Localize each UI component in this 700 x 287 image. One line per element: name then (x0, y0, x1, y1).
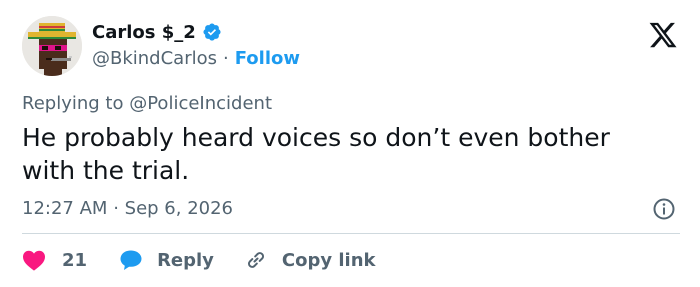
avatar[interactable] (22, 16, 82, 76)
author-info: Carlos $_2 @BkindCarlos · Follow (92, 20, 300, 70)
tweet-text: He probably heard voices so don’t even b… (22, 123, 610, 185)
reply-label: Reply (157, 249, 214, 271)
separator-dot: · (223, 48, 229, 69)
replying-to-handle[interactable]: @PoliceIncident (129, 93, 272, 114)
replying-to-label: Replying to (22, 93, 124, 114)
author-handle-row: @BkindCarlos · Follow (92, 48, 300, 69)
avatar-pixel-art-icon (22, 16, 82, 76)
copy-link-label: Copy link (281, 249, 376, 271)
follow-button[interactable]: Follow (235, 48, 300, 69)
speech-bubble-icon (119, 249, 143, 271)
x-logo-icon[interactable] (648, 20, 678, 50)
timestamp-separator: · (113, 198, 119, 219)
like-count: 21 (62, 249, 88, 271)
verified-badge-icon (202, 22, 222, 42)
author-handle[interactable]: @BkindCarlos (92, 48, 217, 69)
tweet-card: Carlos $_2 @BkindCarlos · Follow Replyin… (0, 0, 700, 287)
like-button[interactable]: 21 (22, 249, 87, 271)
tweet-date: Sep 6, 2026 (124, 198, 234, 219)
copy-link-button[interactable]: Copy link (244, 248, 376, 272)
author-name-row: Carlos $_2 (92, 20, 300, 44)
info-icon[interactable] (652, 197, 676, 221)
heart-icon (22, 249, 46, 271)
link-icon (244, 248, 268, 272)
tweet-actions: 21 Reply Copy link (22, 247, 376, 273)
author-display-name[interactable]: Carlos $_2 (92, 22, 196, 43)
tweet-timestamp[interactable]: 12:27 AM · Sep 6, 2026 (22, 198, 233, 219)
reply-button[interactable]: Reply (119, 249, 214, 271)
tweet-time: 12:27 AM (22, 198, 108, 219)
divider (22, 233, 680, 234)
replying-to: Replying to @PoliceIncident (22, 93, 272, 114)
